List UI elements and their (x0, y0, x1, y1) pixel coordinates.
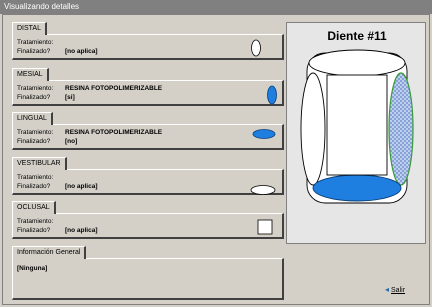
tooth-diagram-panel: Diente #11 (286, 22, 426, 244)
value-tratamiento: RESINA FOTOPOLIMERIZABLE (65, 85, 163, 92)
tab-distal[interactable]: DISTAL (12, 22, 47, 35)
panel-lingual: Tratamiento: RESINA FOTOPOLIMERIZABLE Fin… (12, 124, 284, 150)
tooth-title: Diente #11 (327, 29, 387, 43)
label-finalizado: Finalizado? (17, 227, 51, 234)
label-finalizado: Finalizado? (17, 183, 51, 190)
label-tratamiento: Tratamiento: (17, 174, 54, 181)
label-tratamiento: Tratamiento: (17, 129, 54, 136)
label-tratamiento: Tratamiento: (17, 218, 54, 225)
tooth-diagram (300, 49, 414, 204)
surface-oclusal[interactable] (326, 74, 388, 176)
surface-vestibular[interactable] (300, 72, 326, 186)
info-text: [Ninguna] (17, 265, 48, 272)
panel-distal: Tratamiento: Finalizado? [no aplica] (12, 34, 284, 60)
label-tratamiento: Tratamiento: (17, 39, 54, 46)
panel-mesial: Tratamiento: RESINA FOTOPOLIMERIZABLE Fin… (12, 80, 284, 106)
surface-distal[interactable] (308, 49, 406, 77)
value-finalizado: [no aplica] (65, 183, 98, 190)
label-finalizado: Finalizado? (17, 48, 51, 55)
tab-lingual[interactable]: LINGUAL (12, 112, 53, 125)
panel-vestibular: Tratamiento: Finalizado? [no aplica] (12, 169, 284, 195)
label-finalizado: Finalizado? (17, 94, 51, 101)
label-tratamiento: Tratamiento: (17, 85, 54, 92)
tab-oclusal[interactable]: OCLUSAL (12, 201, 56, 214)
exit-arrow-icon: ◂ (385, 285, 390, 294)
value-finalizado: [no] (65, 138, 78, 145)
surface-lingual[interactable] (312, 174, 402, 202)
value-finalizado: [no aplica] (65, 227, 98, 234)
surface-marker-white-oval (251, 39, 261, 57)
surface-marker-white-horizontal (250, 185, 276, 195)
label-finalizado: Finalizado? (17, 138, 51, 145)
tab-vestibular[interactable]: VESTIBULAR (12, 157, 67, 170)
value-tratamiento: RESINA FOTOPOLIMERIZABLE (65, 129, 163, 136)
tab-info[interactable]: Información General (12, 246, 87, 259)
value-finalizado: [no aplica] (65, 48, 98, 55)
panel-oclusal: Tratamiento: Finalizado? [no aplica] (12, 213, 284, 239)
surface-marker-blue-oval (267, 85, 277, 105)
surface-marker-white-square (257, 219, 273, 235)
window-title-bar: Visualizando detalles (0, 0, 432, 14)
surface-mesial[interactable] (388, 72, 414, 186)
value-finalizado: [si] (65, 94, 75, 101)
tab-mesial[interactable]: MESIAL (12, 68, 49, 81)
panel-info: [Ninguna] (12, 258, 284, 300)
exit-button[interactable]: ◂ Salir (385, 285, 405, 294)
surface-marker-blue-horizontal (252, 129, 276, 139)
exit-label: Salir (391, 287, 406, 294)
window-title: Visualizando detalles (4, 2, 80, 11)
